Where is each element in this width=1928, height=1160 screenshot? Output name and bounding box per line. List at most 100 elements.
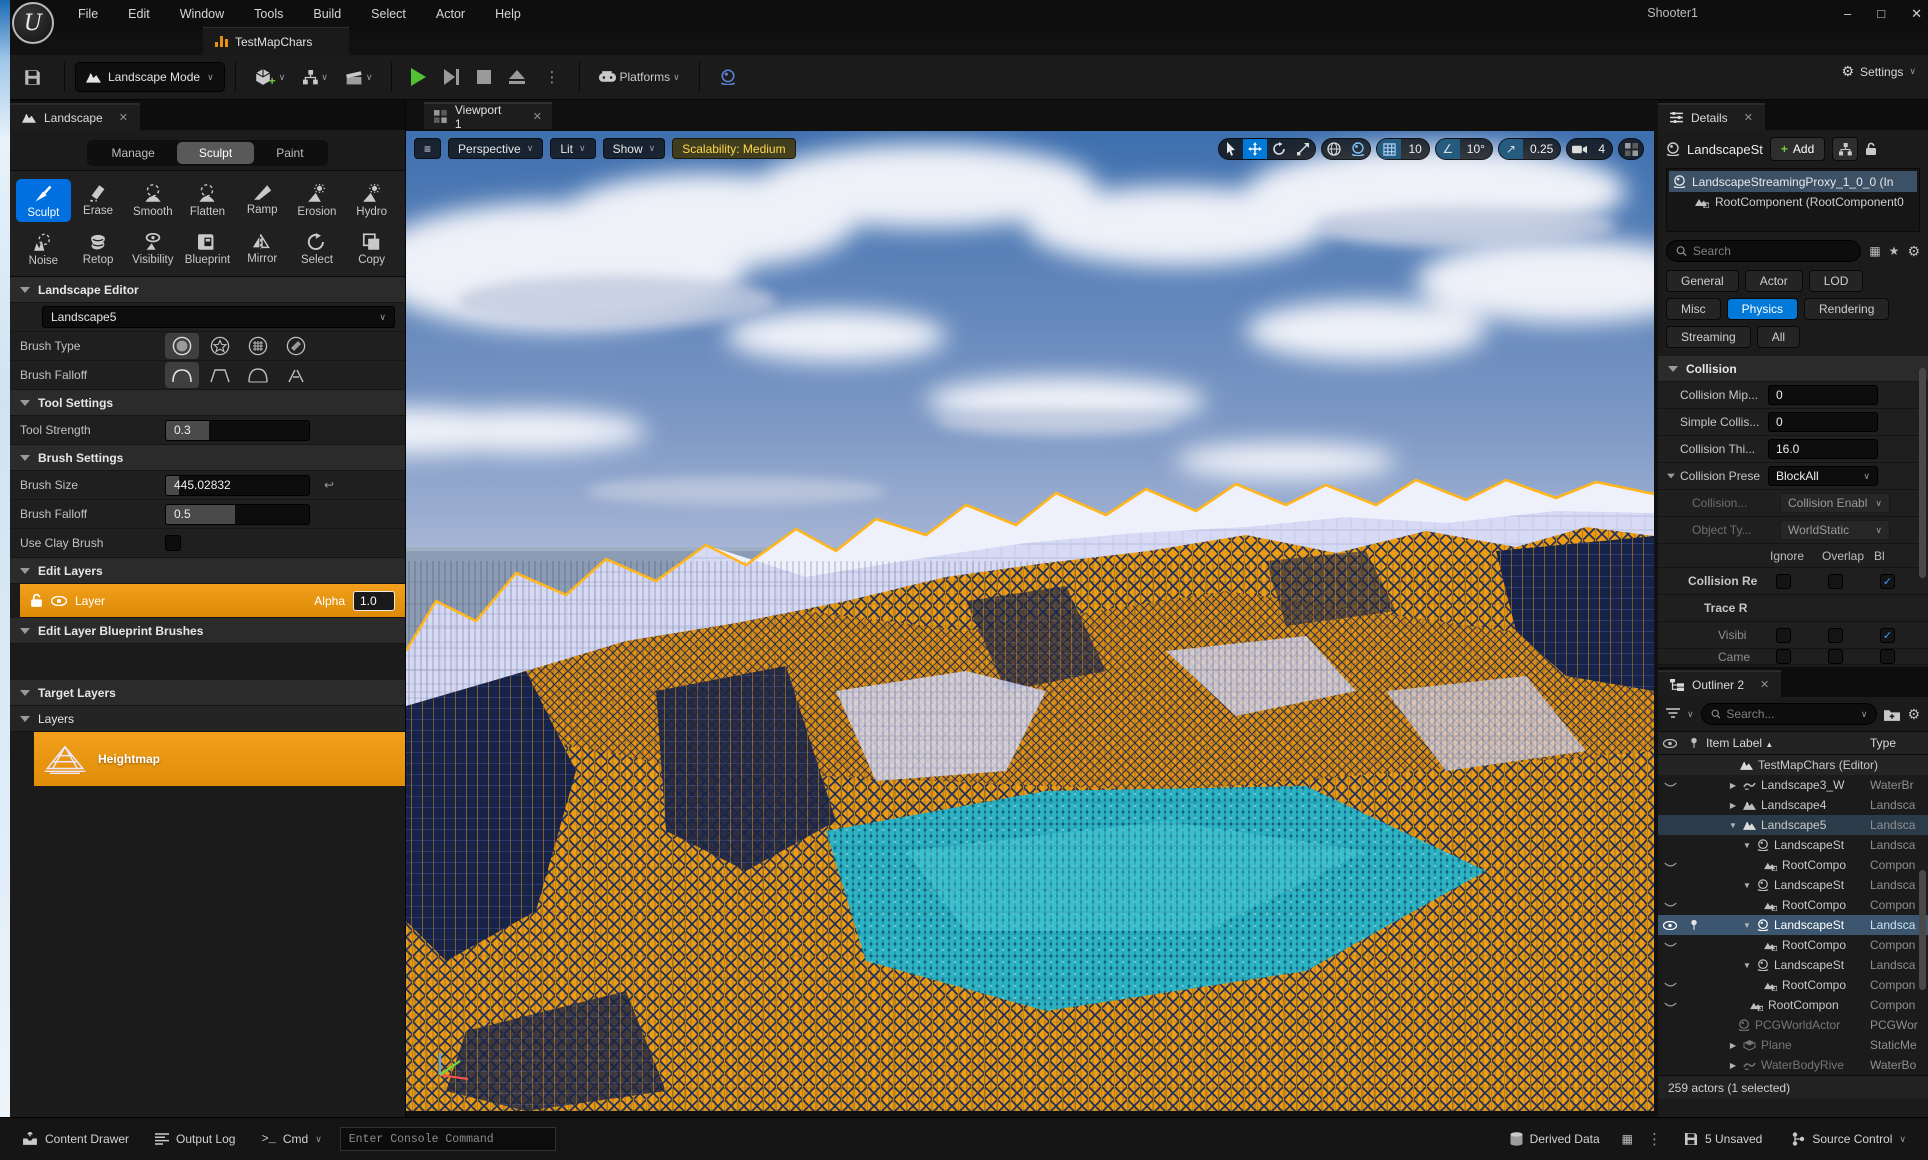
lock-open-icon[interactable] [30,593,43,608]
eye-closed-icon[interactable] [1664,782,1677,789]
unsaved-button[interactable]: 5 Unsaved [1676,1125,1770,1153]
tool-retop[interactable]: Retop [71,228,126,270]
tool-flatten[interactable]: Flatten [180,179,235,222]
brush-alpha[interactable] [203,333,237,359]
details-panel-tab[interactable]: Details ✕ [1658,103,1765,130]
details-search[interactable] [1666,240,1861,262]
chevron-down-icon[interactable]: ∨ [1687,709,1694,720]
rotate-tool-icon[interactable] [1267,138,1291,160]
filter-physics[interactable]: Physics [1727,298,1798,320]
save-icon[interactable] [10,69,54,86]
filter-misc[interactable]: Misc [1666,298,1721,320]
tool-sculpt[interactable]: Sculpt [16,179,71,222]
lit-dropdown[interactable]: Lit∨ [550,138,595,159]
tool-hydro[interactable]: Hydro [344,179,399,222]
clay-checkbox[interactable] [165,535,181,551]
scale-tool-icon[interactable] [1291,138,1315,160]
cmd-dropdown[interactable]: >_ Cmd∨ [253,1125,329,1153]
tool-blueprint[interactable]: Blueprint [180,228,235,270]
play-button[interactable] [411,68,426,86]
menu-help[interactable]: Help [495,7,521,21]
outliner-row[interactable]: ▶Landscape3_W WaterBr [1658,775,1928,795]
outliner-row[interactable]: ▶Plane StaticMe [1658,1035,1928,1055]
menu-edit[interactable]: Edit [128,7,150,21]
reset-to-default-icon[interactable]: ↩ [324,478,334,492]
brush-component[interactable] [279,333,313,359]
tool-smooth[interactable]: Smooth [125,179,180,222]
blueprints-button[interactable]: ∨ [303,70,328,85]
add-component-button[interactable]: +Add [1770,137,1825,161]
menu-select[interactable]: Select [371,7,406,21]
details-search-input[interactable] [1693,244,1851,258]
tab-paint[interactable]: Paint [254,142,325,164]
simple-collision-field[interactable]: 0 [1768,412,1878,432]
block-checkbox[interactable] [1880,649,1895,664]
rotation-snap-value[interactable]: 10° [1460,142,1492,156]
viewport-tab[interactable]: Viewport 1 ✕ [424,102,552,129]
outliner-scrollbar[interactable] [1919,870,1926,990]
filter-general[interactable]: General [1666,270,1739,292]
add-actor-button[interactable]: +∨ [255,66,286,88]
brush-size-slider[interactable]: 445.02832 [165,475,310,496]
tool-ramp[interactable]: Ramp [235,179,290,222]
brush-pattern[interactable] [241,333,275,359]
output-log-button[interactable]: Output Log [147,1125,243,1153]
tool-strength-slider[interactable]: 0.3 [165,420,310,441]
falloff-linear[interactable] [203,362,237,388]
component-tree-row[interactable]: RootComponent (RootComponent0 [1669,192,1917,212]
minimize-button[interactable]: – [1844,6,1851,21]
outliner-search[interactable]: ∨ [1701,703,1878,725]
perspective-dropdown[interactable]: Perspective∨ [448,138,543,159]
cinematics-button[interactable]: ∨ [346,70,373,85]
eye-closed-icon[interactable] [1664,902,1677,909]
tool-visibility[interactable]: Visibility [125,228,180,270]
eye-icon[interactable] [1663,921,1677,930]
landscape-panel-tab[interactable]: Landscape ✕ [10,103,140,130]
show-dropdown[interactable]: Show∨ [603,138,666,159]
block-checkbox[interactable]: ✓ [1880,574,1895,589]
derived-data-button[interactable]: Derived Data [1502,1125,1608,1153]
outliner-row[interactable]: PCGWorldActor PCGWor [1658,1015,1928,1035]
menu-file[interactable]: File [78,7,98,21]
menu-tools[interactable]: Tools [254,7,283,21]
filter-rendering[interactable]: Rendering [1804,298,1889,320]
tool-select[interactable]: Select [290,228,345,270]
section-edit-layers[interactable]: Edit Layers [10,558,405,584]
section-brush-settings[interactable]: Brush Settings [10,445,405,471]
camera-speed-icon[interactable] [1567,138,1591,160]
menu-actor[interactable]: Actor [436,7,465,21]
move-tool-icon[interactable] [1243,138,1267,160]
eye-closed-icon[interactable] [1664,982,1677,989]
surface-snap-icon[interactable] [1346,138,1370,160]
outliner-row[interactable]: RootCompo Compon [1658,935,1928,955]
outliner-row-selected[interactable]: ▼LandscapeSt Landsca [1658,915,1928,935]
tab-manage[interactable]: Manage [89,142,176,164]
tool-erosion[interactable]: Erosion [290,179,345,222]
scalability-chip[interactable]: Scalability: Medium [672,138,795,159]
filter-streaming[interactable]: Streaming [1666,326,1751,348]
grid-snap-value[interactable]: 10 [1401,142,1428,156]
source-control-button[interactable]: Source Control∨ [1784,1125,1914,1153]
eye-closed-icon[interactable] [1664,1002,1677,1009]
camera-speed-value[interactable]: 4 [1591,142,1612,156]
outliner-row[interactable]: ▼LandscapeSt Landsca [1658,955,1928,975]
pin-column-icon[interactable] [1682,737,1706,749]
convert-blueprint-button[interactable] [1832,137,1858,161]
outliner-row[interactable]: ▼LandscapeSt Landsca [1658,835,1928,855]
falloff-tip[interactable] [279,362,313,388]
outliner-row[interactable]: ▶Landscape4 Landsca [1658,795,1928,815]
world-space-icon[interactable] [1322,138,1346,160]
ignore-checkbox[interactable] [1776,574,1791,589]
tool-mirror[interactable]: Mirror [235,228,290,270]
alpha-value-field[interactable]: 1.0 [353,591,395,611]
collision-thickness-field[interactable]: 16.0 [1768,439,1878,459]
console-command-input[interactable] [349,1133,547,1146]
stop-button[interactable] [477,70,491,84]
outliner-row-landscape5[interactable]: ▼Landscape5 Landsca [1658,815,1928,835]
overlap-checkbox[interactable] [1828,574,1843,589]
ignore-checkbox[interactable] [1776,628,1791,643]
outliner-settings-gear-icon[interactable]: ⚙ [1907,706,1920,723]
outliner-row[interactable]: RootCompo Compon [1658,895,1928,915]
insights-grid-icon[interactable]: ▦ [1622,1132,1633,1146]
tool-erase[interactable]: Erase [71,179,126,222]
